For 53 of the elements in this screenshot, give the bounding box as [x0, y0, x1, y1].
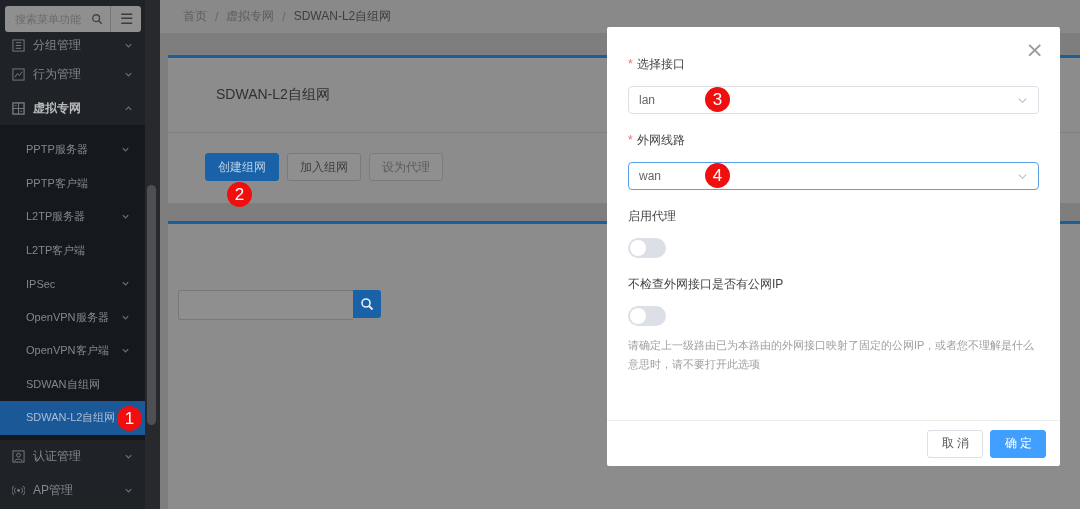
field-label-text: 外网线路: [636, 133, 685, 147]
step-marker: 4: [705, 163, 730, 188]
menu-item[interactable]: AP管理: [0, 473, 145, 508]
menu-button[interactable]: ☰: [111, 6, 141, 32]
close-button[interactable]: ×: [1025, 39, 1044, 61]
scrollbar-thumb[interactable]: [147, 185, 156, 425]
submenu-item[interactable]: SDWAN-L2自组网 1: [0, 401, 145, 435]
chart-icon: [12, 67, 25, 81]
breadcrumb-separator: /: [282, 9, 286, 24]
submenu-item[interactable]: SDWAN自组网: [0, 367, 145, 401]
user-icon: [12, 450, 25, 463]
breadcrumb-separator: /: [215, 9, 219, 24]
step-marker: 3: [705, 87, 730, 112]
required-mark: *: [628, 57, 633, 71]
confirm-button[interactable]: 确定: [990, 429, 1046, 458]
submenu-item[interactable]: L2TP客户端: [0, 233, 145, 267]
chevron-down-icon: [121, 346, 130, 356]
submenu-item[interactable]: PPTP客户端: [0, 166, 145, 200]
submenu-item[interactable]: PPTP服务器: [0, 133, 145, 167]
list-icon: [12, 38, 25, 52]
search-icon: [91, 13, 103, 25]
search-field[interactable]: [178, 290, 353, 320]
chevron-down-icon: [121, 279, 130, 289]
panel-title: SDWAN-L2自组网: [216, 86, 330, 104]
menu-item[interactable]: 虚拟专网: [0, 91, 145, 125]
field-label-text: 不检查外网接口是否有公网IP: [628, 277, 784, 291]
toggle-switch[interactable]: [628, 238, 666, 258]
chevron-down-icon: [121, 145, 130, 155]
submenu-item[interactable]: OpenVPN服务器: [0, 300, 145, 334]
select-field[interactable]: lan 3: [628, 86, 1039, 114]
select-field[interactable]: wan 4: [628, 162, 1039, 190]
help-text: 请确定上一级路由已为本路由的外网接口映射了固定的公网IP，或者您不理解是什么意思时，请不要打开此选项: [628, 338, 1036, 372]
breadcrumb-item: SDWAN-L2自组网: [293, 8, 392, 25]
search-button[interactable]: [353, 290, 381, 318]
chevron-down-icon: [121, 212, 130, 222]
submenu-item[interactable]: OpenVPN客户端: [0, 334, 145, 368]
field-label-text: 启用代理: [628, 209, 676, 223]
action-button[interactable]: 加入组网: [287, 153, 361, 181]
toggle-switch[interactable]: [628, 306, 666, 326]
network-icon: [12, 101, 25, 115]
menu-item[interactable]: 认证管理: [0, 439, 145, 474]
submenu-item[interactable]: L2TP服务器: [0, 200, 145, 234]
menu-item[interactable]: 分组管理: [0, 33, 145, 57]
submenu-item[interactable]: IPSec: [0, 267, 145, 301]
cancel-button[interactable]: 取消: [927, 429, 983, 458]
antenna-icon: [12, 484, 25, 497]
step-marker: 1: [117, 406, 142, 431]
field-label-text: 选择接口: [636, 57, 685, 71]
search-icon: [360, 297, 374, 311]
menu-item[interactable]: 行为管理: [0, 57, 145, 91]
required-mark: *: [628, 133, 633, 147]
action-button[interactable]: 创建组网: [205, 153, 279, 181]
step-badge: 2: [227, 182, 252, 207]
